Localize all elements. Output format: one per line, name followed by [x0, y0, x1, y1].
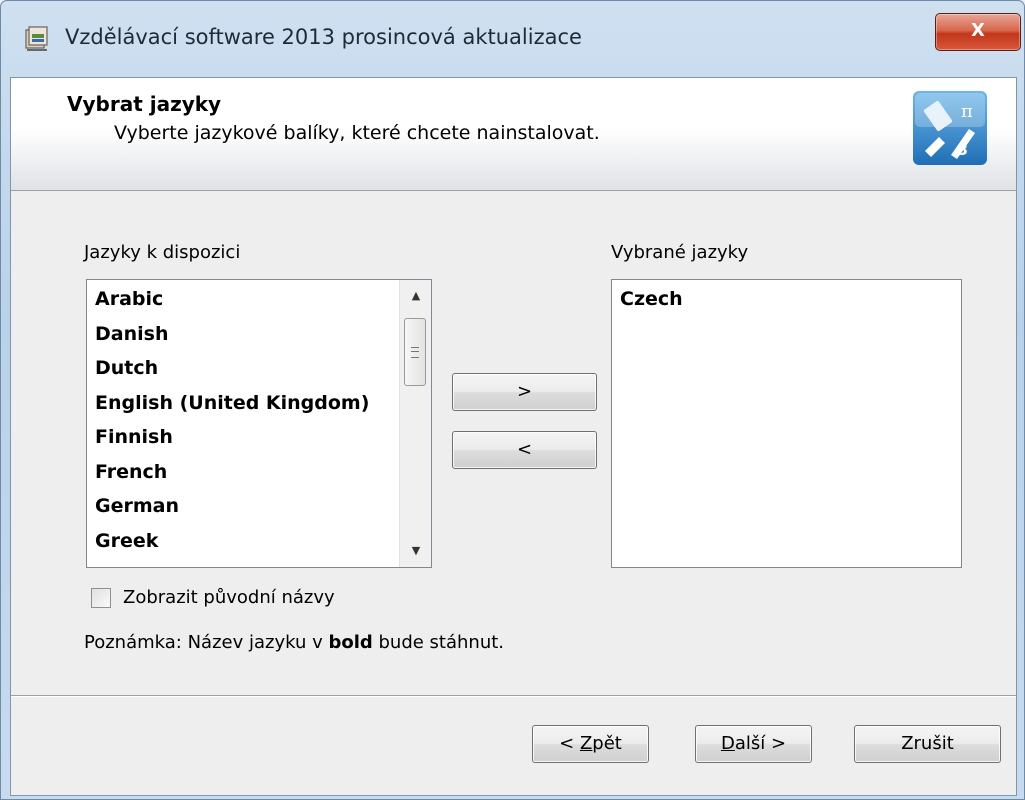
add-language-button[interactable]: >	[452, 373, 597, 411]
header-banner: Vybrat jazyky Vyberte jazykové balíky, k…	[11, 78, 1016, 191]
show-original-names-checkbox[interactable]	[91, 588, 111, 608]
back-accelerator: Z	[579, 733, 593, 754]
download-note: Poznámka: Název jazyku v bold bude stáhn…	[84, 632, 504, 653]
list-item[interactable]: Finnish	[87, 420, 431, 455]
installer-window: Vzdělávací software 2013 prosincová aktu…	[0, 0, 1025, 800]
show-original-names-label[interactable]: Zobrazit původní názvy	[123, 587, 335, 608]
svg-text:π: π	[961, 101, 973, 122]
list-item[interactable]: French	[87, 455, 431, 490]
next-button[interactable]: Další >	[695, 725, 812, 763]
dialog-client-area: Vybrat jazyky Vyberte jazykové balíky, k…	[10, 77, 1017, 796]
list-item[interactable]: English (United Kingdom)	[87, 386, 431, 421]
list-item[interactable]: Danish	[87, 317, 431, 352]
footer-separator	[11, 695, 1016, 697]
list-item[interactable]: Greek	[87, 524, 431, 559]
grip-icon	[411, 347, 419, 358]
note-prefix: Poznámka: Název jazyku v	[84, 632, 329, 653]
scroll-thumb[interactable]	[404, 318, 426, 386]
list-item[interactable]: Arabic	[87, 282, 431, 317]
available-languages-label: Jazyky k dispozici	[84, 242, 241, 263]
selected-languages-list[interactable]: Czech	[611, 279, 962, 568]
scroll-down-icon[interactable]: ▼	[400, 535, 431, 567]
available-languages-list[interactable]: Arabic Danish Dutch English (United King…	[86, 279, 432, 568]
page-subtitle: Vyberte jazykové balíky, které chcete na…	[114, 122, 600, 144]
back-prefix: <	[559, 733, 580, 754]
back-rest: pět	[592, 733, 622, 754]
back-button[interactable]: < Zpět	[532, 725, 649, 763]
note-bold-word: bold	[328, 632, 373, 653]
vertical-scrollbar[interactable]: ▲ ▼	[399, 280, 431, 567]
title-bar[interactable]: Vzdělávací software 2013 prosincová aktu…	[1, 1, 1025, 77]
svg-text:3: 3	[957, 140, 968, 159]
list-item[interactable]: Czech	[612, 282, 961, 317]
scroll-up-icon[interactable]: ▲	[400, 280, 431, 312]
list-item[interactable]: Dutch	[87, 351, 431, 386]
list-item[interactable]: German	[87, 489, 431, 524]
page-title: Vybrat jazyky	[67, 92, 222, 116]
selected-languages-label: Vybrané jazyky	[611, 242, 749, 263]
installer-package-icon	[25, 26, 48, 51]
cancel-button[interactable]: Zrušit	[854, 725, 1001, 763]
note-suffix: bude stáhnut.	[372, 632, 505, 653]
education-tools-icon: π 3	[913, 91, 987, 165]
next-accelerator: D	[720, 733, 735, 754]
close-button[interactable]: X	[935, 13, 1021, 51]
next-rest: alší >	[734, 733, 787, 754]
remove-language-button[interactable]: <	[452, 431, 597, 469]
window-title: Vzdělávací software 2013 prosincová aktu…	[65, 25, 582, 49]
